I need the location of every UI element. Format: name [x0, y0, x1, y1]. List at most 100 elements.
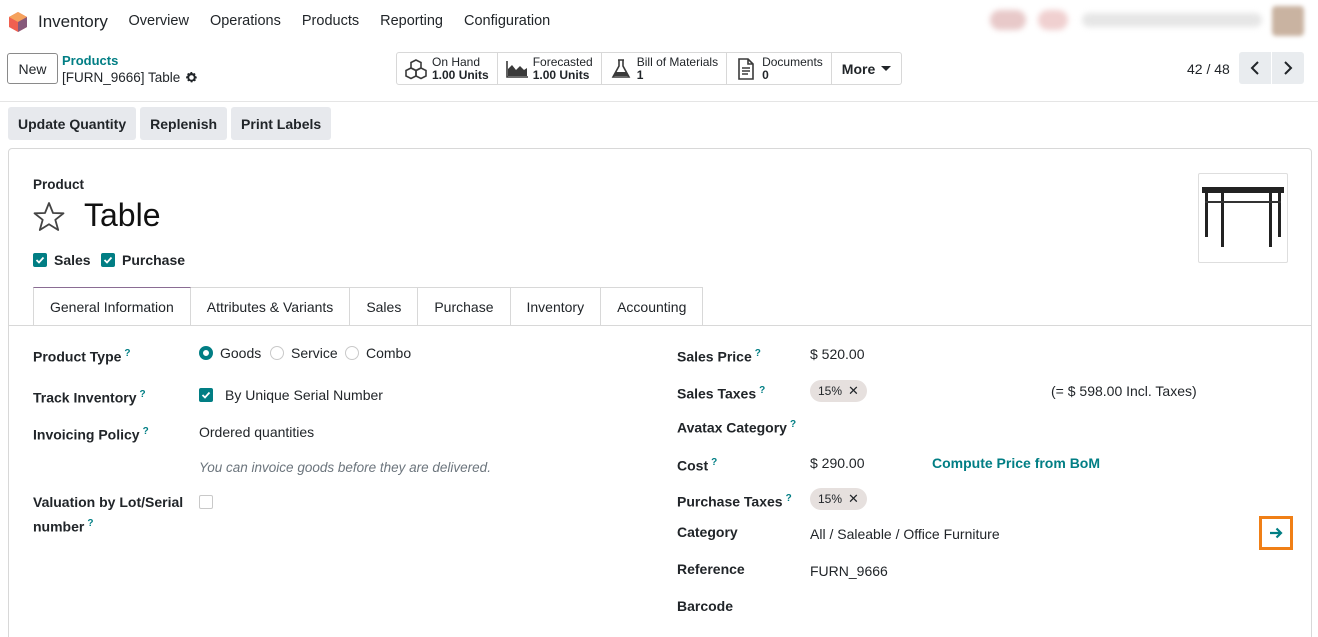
- menu-configuration[interactable]: Configuration: [453, 13, 560, 29]
- pager-previous-button[interactable]: [1239, 52, 1271, 84]
- reference-input[interactable]: FURN_9666: [810, 563, 888, 579]
- invoicing-policy-select[interactable]: Ordered quantities: [199, 424, 314, 440]
- help-icon[interactable]: ?: [87, 518, 93, 529]
- table-image: [1202, 187, 1284, 247]
- avatax-category-label: Avatax Category?: [677, 419, 797, 436]
- company-switcher[interactable]: [1082, 13, 1262, 27]
- purchase-tax-badge-label: 15%: [818, 492, 843, 506]
- app-logo-icon[interactable]: [8, 11, 28, 33]
- update-quantity-button[interactable]: Update Quantity: [8, 107, 137, 140]
- pager-value[interactable]: 42 / 48: [1187, 61, 1230, 77]
- sales-tax-badge-label: 15%: [818, 384, 843, 398]
- tab-accounting[interactable]: Accounting: [601, 287, 704, 326]
- help-icon[interactable]: ?: [140, 389, 146, 400]
- help-icon[interactable]: ?: [143, 426, 149, 437]
- star-icon[interactable]: [33, 201, 65, 232]
- user-avatar[interactable]: [1272, 6, 1304, 36]
- chevron-right-icon: [1284, 61, 1293, 75]
- radio-combo-label[interactable]: Combo: [366, 345, 411, 361]
- breadcrumb-products[interactable]: Products: [62, 53, 118, 68]
- file-icon: [738, 57, 754, 80]
- more-dropdown[interactable]: More: [832, 53, 901, 84]
- help-icon[interactable]: ?: [759, 385, 765, 396]
- replenish-button[interactable]: Replenish: [140, 107, 228, 140]
- help-icon[interactable]: ?: [786, 493, 792, 504]
- check-icon: [103, 256, 113, 264]
- tracking-select[interactable]: By Unique Serial Number: [225, 387, 383, 403]
- caret-down-icon: [881, 66, 892, 71]
- radio-goods-label[interactable]: Goods: [220, 345, 261, 361]
- sales-price-label: Sales Price?: [677, 348, 761, 365]
- barcode-label: Barcode: [677, 598, 734, 614]
- menu-operations[interactable]: Operations: [199, 13, 291, 29]
- flask-icon: [611, 58, 631, 78]
- sales-tax-badge[interactable]: 15% ✕: [810, 380, 867, 402]
- category-label: Category: [677, 524, 738, 540]
- smart-button-bom[interactable]: Bill of Materials 1: [602, 53, 728, 84]
- invoicing-help-text: You can invoice goods before they are de…: [199, 460, 491, 475]
- menu-reporting[interactable]: Reporting: [370, 13, 454, 29]
- on-hand-value: 1.00 Units: [432, 67, 489, 82]
- radio-service-label[interactable]: Service: [291, 345, 338, 361]
- form-sheet: Product Table Sales Purchase General Inf…: [8, 148, 1312, 637]
- action-buttons: Update Quantity Replenish Print Labels: [8, 107, 332, 140]
- cubes-icon: [405, 58, 427, 79]
- tab-inventory[interactable]: Inventory: [510, 287, 602, 326]
- category-internal-link-button[interactable]: [1259, 516, 1293, 550]
- radio-goods[interactable]: [199, 346, 213, 360]
- tab-sales[interactable]: Sales: [350, 287, 419, 326]
- help-icon[interactable]: ?: [711, 457, 717, 468]
- main-menu: Overview Operations Products Reporting C…: [118, 13, 561, 29]
- smart-button-on-hand[interactable]: On Hand 1.00 Units: [397, 53, 498, 84]
- menu-products[interactable]: Products: [291, 13, 369, 29]
- documents-label: Documents: [762, 54, 823, 69]
- more-label: More: [841, 60, 876, 77]
- form-tabs: General Information Attributes & Variant…: [33, 287, 704, 326]
- smart-button-forecasted[interactable]: Forecasted 1.00 Units: [498, 53, 602, 84]
- app-name[interactable]: Inventory: [38, 12, 108, 32]
- purchase-tax-badge[interactable]: 15% ✕: [810, 488, 867, 510]
- pager-next-button[interactable]: [1272, 52, 1304, 84]
- systray-activity-icon[interactable]: [990, 10, 1026, 30]
- breadcrumb-current-label: [FURN_9666] Table: [62, 70, 181, 85]
- arrow-right-icon: [1270, 527, 1283, 539]
- systray-messages-icon[interactable]: [1038, 10, 1068, 30]
- sales-taxes-label: Sales Taxes?: [677, 385, 766, 402]
- menu-overview[interactable]: Overview: [118, 13, 199, 29]
- radio-combo[interactable]: [345, 346, 359, 360]
- sales-checkbox[interactable]: [33, 253, 47, 267]
- close-icon[interactable]: ✕: [848, 383, 859, 399]
- help-icon[interactable]: ?: [124, 348, 130, 359]
- valuation-label: Valuation by Lot/Serial number?: [33, 494, 184, 535]
- incl-taxes-text: (= $ 598.00 Incl. Taxes): [1051, 383, 1197, 399]
- category-input[interactable]: All / Saleable / Office Furniture: [810, 526, 1000, 542]
- tab-purchase[interactable]: Purchase: [418, 287, 511, 326]
- product-name[interactable]: Table: [84, 197, 161, 234]
- radio-service[interactable]: [270, 346, 284, 360]
- chevron-left-icon: [1250, 61, 1259, 75]
- track-inventory-checkbox[interactable]: [199, 388, 213, 402]
- sales-price-input[interactable]: $ 520.00: [810, 346, 865, 362]
- forecasted-label: Forecasted: [532, 54, 593, 69]
- product-image[interactable]: [1198, 173, 1288, 263]
- bom-value: 1: [636, 67, 644, 82]
- purchase-checkbox[interactable]: [101, 253, 115, 267]
- smart-buttons: On Hand 1.00 Units Forecasted 1.00 Units…: [396, 52, 903, 85]
- help-icon[interactable]: ?: [755, 348, 761, 359]
- smart-button-documents[interactable]: Documents 0: [727, 53, 832, 84]
- print-labels-button[interactable]: Print Labels: [231, 107, 332, 140]
- tab-general-information[interactable]: General Information: [33, 287, 191, 326]
- invoicing-policy-label: Invoicing Policy?: [33, 426, 149, 443]
- compute-price-bom-button[interactable]: Compute Price from BoM: [932, 455, 1100, 471]
- forecasted-value: 1.00 Units: [532, 67, 590, 82]
- area-chart-icon: [505, 60, 528, 78]
- tab-attributes-variants[interactable]: Attributes & Variants: [190, 287, 351, 326]
- cost-input[interactable]: $ 290.00: [810, 455, 865, 471]
- breadcrumb-current: [FURN_9666] Table: [62, 70, 198, 85]
- new-button[interactable]: New: [7, 53, 58, 84]
- track-inventory-label: Track Inventory?: [33, 389, 146, 406]
- help-icon[interactable]: ?: [790, 419, 796, 430]
- gear-icon[interactable]: [185, 71, 198, 84]
- close-icon[interactable]: ✕: [848, 491, 859, 507]
- valuation-checkbox[interactable]: [199, 495, 213, 509]
